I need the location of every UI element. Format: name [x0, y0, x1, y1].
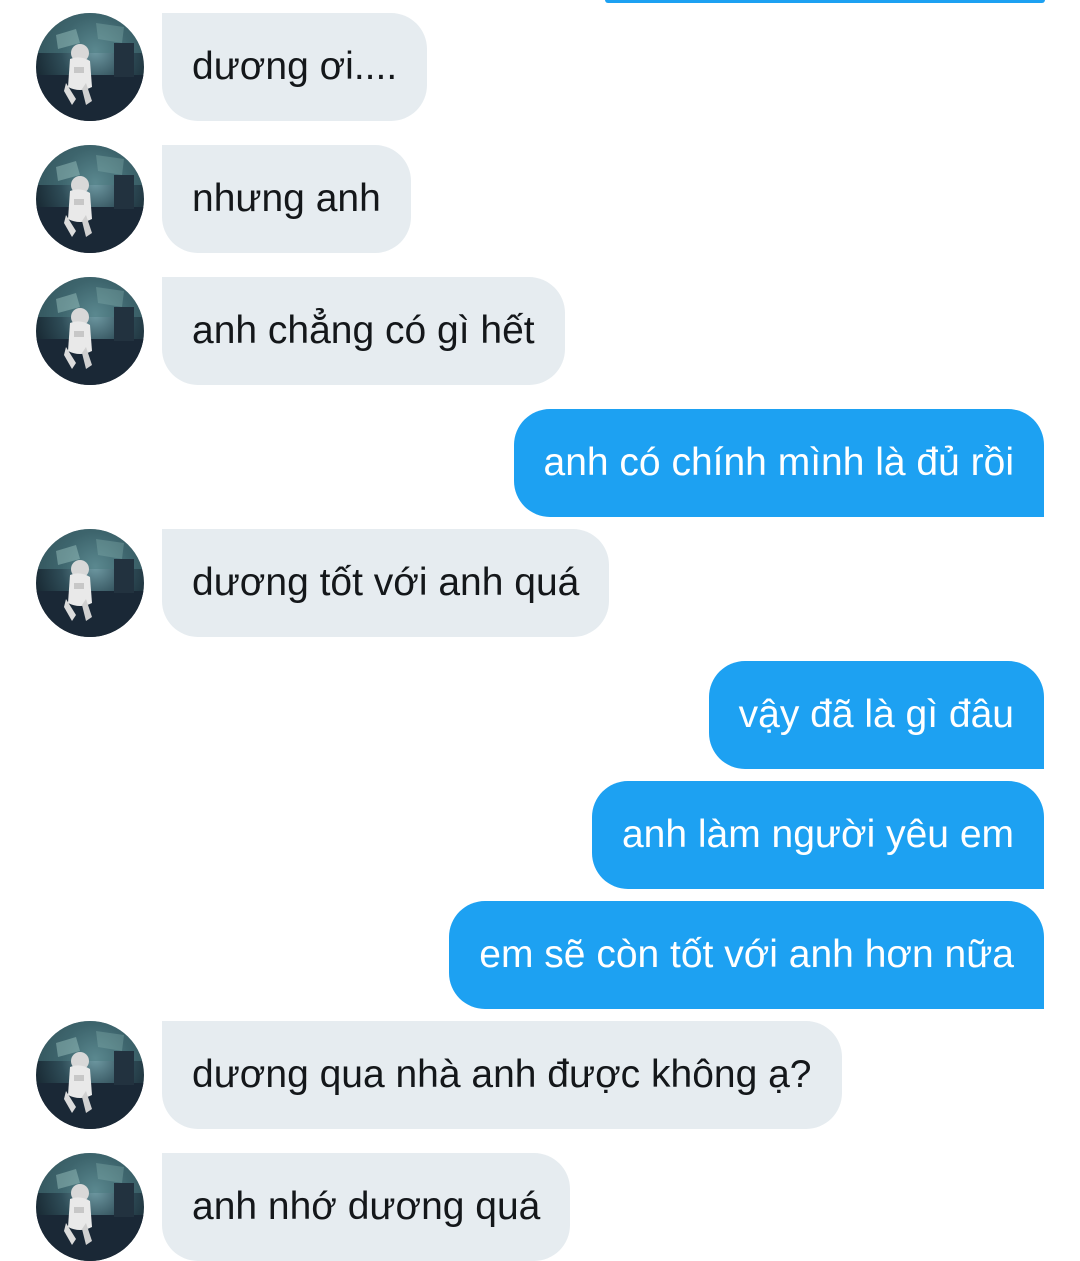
outgoing-message: em sẽ còn tốt với anh hơn nữa [0, 901, 1080, 1009]
outgoing-message-bubble[interactable]: em sẽ còn tốt với anh hơn nữa [449, 901, 1044, 1009]
avatar-icon[interactable] [36, 529, 144, 637]
outgoing-message-bubble[interactable]: anh có chính mình là đủ rồi [513, 409, 1044, 517]
avatar-icon[interactable] [36, 277, 144, 385]
incoming-message-bubble[interactable]: anh nhớ dương quá [162, 1153, 571, 1261]
incoming-message: dương tốt với anh quá [0, 529, 1080, 637]
avatar-icon[interactable] [36, 1153, 144, 1261]
incoming-message: anh nhớ dương quá [0, 1153, 1080, 1261]
outgoing-message: anh làm người yêu em [0, 781, 1080, 889]
incoming-message: nhưng anh [0, 145, 1080, 253]
incoming-message: dương ơi.... [0, 13, 1080, 121]
avatar-icon[interactable] [36, 1021, 144, 1129]
incoming-message-bubble[interactable]: dương ơi.... [162, 13, 428, 121]
outgoing-message-bubble[interactable]: vậy đã là gì đâu [708, 661, 1044, 769]
incoming-message-bubble[interactable]: anh chẳng có gì hết [162, 277, 565, 385]
outgoing-message: anh có chính mình là đủ rồi [0, 409, 1080, 517]
avatar-icon[interactable] [36, 13, 144, 121]
incoming-message: anh chẳng có gì hết [0, 277, 1080, 385]
incoming-message-bubble[interactable]: dương qua nhà anh được không ạ? [162, 1021, 842, 1129]
outgoing-message: vậy đã là gì đâu [0, 661, 1080, 769]
previous-outgoing-bubble-edge [605, 0, 1045, 3]
outgoing-message-bubble[interactable]: anh làm người yêu em [591, 781, 1044, 889]
incoming-message-bubble[interactable]: nhưng anh [162, 145, 411, 253]
incoming-message-bubble[interactable]: dương tốt với anh quá [162, 529, 610, 637]
avatar-icon[interactable] [36, 145, 144, 253]
incoming-message: dương qua nhà anh được không ạ? [0, 1021, 1080, 1129]
